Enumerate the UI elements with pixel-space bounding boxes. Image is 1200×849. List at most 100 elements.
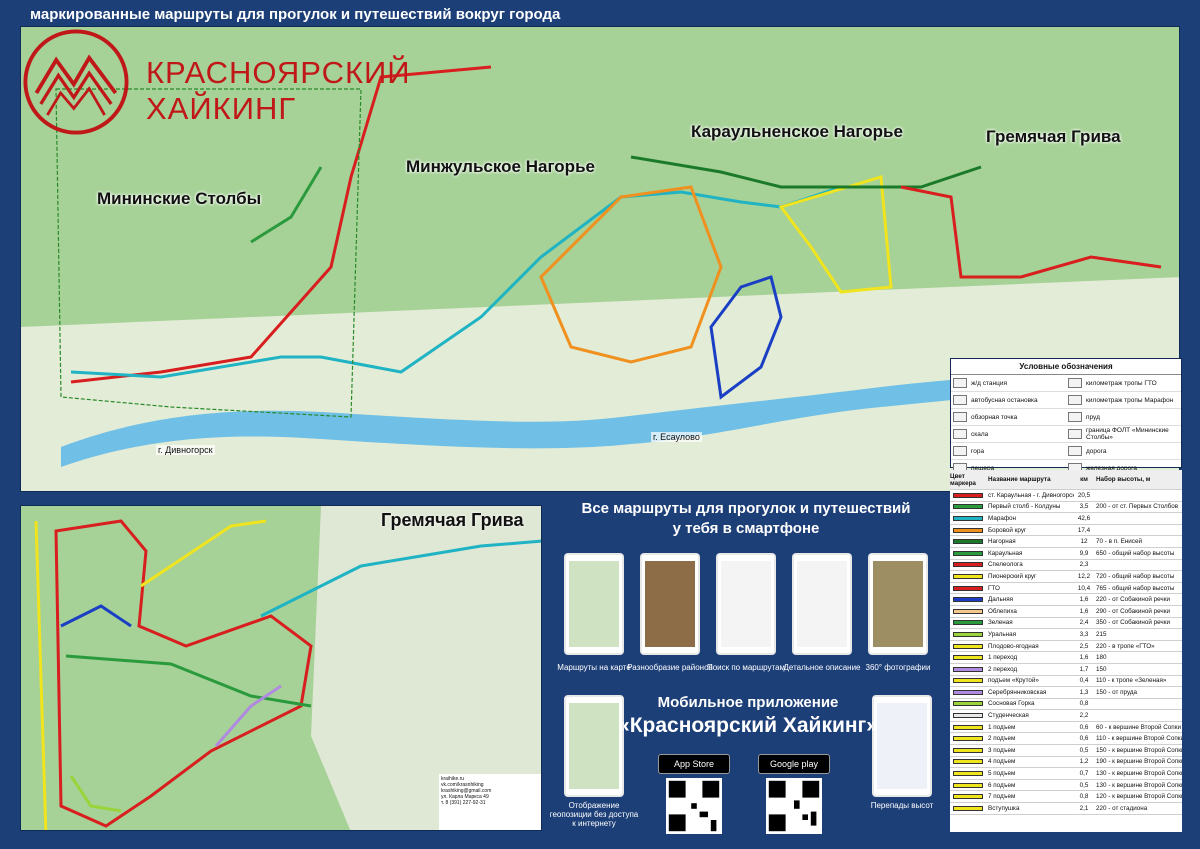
route-color-cell bbox=[950, 771, 986, 777]
table-row: 2 переход 1,7 150 bbox=[950, 664, 1182, 676]
route-elevation: 70 - в п. Енисей bbox=[1096, 538, 1142, 546]
route-name: 1 подъем bbox=[988, 723, 1016, 731]
route-color-swatch bbox=[953, 794, 983, 800]
legend-symbol-icon bbox=[1068, 412, 1082, 422]
route-km: 2,3 bbox=[1079, 561, 1089, 569]
table-row: Зеленая 2,4 350 - от Собакиной речки bbox=[950, 618, 1182, 630]
route-elevation: 60 - к вершине Второй Сопки bbox=[1096, 723, 1181, 731]
route-km: 12,2 bbox=[1077, 572, 1091, 580]
routes-table-body: ст. Караульная - г. Дивногорск 20,5 Первый… bbox=[950, 490, 1182, 815]
route-name: 3 подъем bbox=[988, 746, 1016, 754]
inset-map[interactable]: Гремячая Грива kraihike.ru vk.com/krasnhi… bbox=[20, 505, 542, 831]
route-color-swatch bbox=[953, 678, 983, 684]
legend-item: ж/д станция bbox=[951, 375, 1066, 392]
phone-screenshot-search bbox=[716, 553, 776, 655]
route-km: 0,8 bbox=[1079, 793, 1089, 801]
route-color-cell bbox=[950, 597, 986, 603]
legend-item-label: гора bbox=[971, 447, 985, 455]
region-gremyachaya-griva: Гремячая Грива bbox=[986, 127, 1121, 146]
route-elevation: 220 - от стадиона bbox=[1096, 804, 1148, 812]
table-row: Уральная 3,3 215 bbox=[950, 629, 1182, 641]
route-color-cell bbox=[950, 805, 986, 811]
appstore-button[interactable]: App Store bbox=[658, 754, 730, 774]
table-row: 6 подъем 0,5 130 - к вершине Второй Сопки bbox=[950, 780, 1182, 792]
route-color-swatch bbox=[953, 492, 983, 498]
feature-label-elevation: Перепады высот bbox=[870, 801, 934, 810]
route-km: 1,2 bbox=[1079, 758, 1089, 766]
route-elevation: 720 - общий набор высоты bbox=[1096, 572, 1175, 580]
legend-item: гора bbox=[951, 443, 1066, 460]
route-color-swatch bbox=[953, 562, 983, 568]
legend-item-label: граница ФОЛТ «Мининские Столбы» bbox=[1086, 427, 1169, 441]
route-name: 1 переход bbox=[988, 654, 1018, 662]
route-color-cell bbox=[950, 782, 986, 788]
table-row: Сосновая Горка 0,8 bbox=[950, 699, 1182, 711]
header-name: Название маршрута bbox=[988, 476, 1051, 483]
city-divnogorsk: г. Дивногорск bbox=[156, 445, 215, 455]
routes-table-header: Цвет маркера Название маршрута км Набор … bbox=[950, 470, 1182, 490]
route-color-swatch bbox=[953, 771, 983, 777]
legend-item-label: обзорная точка bbox=[971, 413, 1018, 421]
route-km: 12 bbox=[1080, 538, 1088, 546]
route-km: 42,6 bbox=[1077, 514, 1091, 522]
table-row: 7 подъем 0,8 120 - к вершине Второй Сопки bbox=[950, 791, 1182, 804]
route-elevation: 120 - к вершине Второй Сопки bbox=[1096, 793, 1182, 801]
route-color-swatch bbox=[953, 550, 983, 556]
route-color-cell bbox=[950, 666, 986, 672]
route-km: 9,9 bbox=[1079, 549, 1089, 557]
route-name: Боровой круг bbox=[988, 526, 1027, 534]
table-row: Караульная 9,9 650 - общий набор высоты bbox=[950, 548, 1182, 560]
legend-item: обзорная точка bbox=[951, 409, 1066, 426]
googleplay-button[interactable]: Google play bbox=[758, 754, 830, 774]
route-color-cell bbox=[950, 573, 986, 579]
legend-item: граница ФОЛТ «Мининские Столбы» bbox=[1066, 426, 1181, 443]
legend-symbol-icon bbox=[1068, 378, 1082, 388]
route-elevation: 130 - к вершине Второй Сопки bbox=[1096, 770, 1182, 778]
route-color-swatch bbox=[953, 805, 983, 811]
legend-symbol-icon bbox=[953, 429, 967, 439]
route-color-swatch bbox=[953, 631, 983, 637]
header-color: Цвет маркера bbox=[950, 472, 976, 487]
route-color-swatch bbox=[953, 736, 983, 742]
table-row: ГТО 10,4 765 - общий набор высоты bbox=[950, 583, 1182, 595]
appstore-qr-code[interactable] bbox=[666, 778, 722, 834]
route-color-cell bbox=[950, 562, 986, 568]
brand-line-1: КРАСНОЯРСКИЙ bbox=[146, 55, 411, 90]
route-name: Дальняя bbox=[988, 596, 1014, 604]
table-row: Серебрянниковская 1,3 150 - от пруда bbox=[950, 687, 1182, 699]
legend-symbol-icon bbox=[953, 378, 967, 388]
route-color-cell bbox=[950, 620, 986, 626]
route-color-cell bbox=[950, 736, 986, 742]
route-elevation: 220 - от Собакиной речки bbox=[1096, 596, 1170, 604]
route-color-cell bbox=[950, 794, 986, 800]
route-color-cell bbox=[950, 504, 986, 510]
route-name: 2 переход bbox=[988, 665, 1018, 673]
route-color-swatch bbox=[953, 724, 983, 730]
legend-item: автобусная остановка bbox=[951, 392, 1066, 409]
legend-symbol-icon bbox=[1068, 429, 1082, 439]
brand-line-2: ХАЙКИНГ bbox=[146, 91, 297, 126]
legend-item-label: скала bbox=[971, 430, 989, 438]
route-color-cell bbox=[950, 515, 986, 521]
googleplay-qr-code[interactable] bbox=[766, 778, 822, 834]
route-color-swatch bbox=[953, 585, 983, 591]
krasnoyarsk-hiking-logo bbox=[23, 29, 129, 135]
route-km: 2,5 bbox=[1079, 642, 1089, 650]
table-row: Пионерский круг 12,2 720 - общий набор выс… bbox=[950, 571, 1182, 583]
map-legend: Условные обозначения ж/д станция километр… bbox=[950, 358, 1182, 477]
promo-title: Все маршруты для прогулок и путешествий … bbox=[548, 499, 944, 539]
route-name: 5 подъем bbox=[988, 770, 1016, 778]
route-name: Первый столб - Колдуны bbox=[988, 503, 1061, 511]
legend-item: пруд bbox=[1066, 409, 1181, 426]
route-color-swatch bbox=[953, 666, 983, 672]
route-name: Караульная bbox=[988, 549, 1023, 557]
legend-item: дорога bbox=[1066, 443, 1181, 460]
route-km: 10,4 bbox=[1077, 584, 1091, 592]
route-elevation: 130 - к вершине Второй Сопки bbox=[1096, 781, 1182, 789]
legend-item-label: дорога bbox=[1086, 447, 1107, 455]
promo-title-line-1: Все маршруты для прогулок и путешествий bbox=[581, 500, 911, 517]
table-row: 1 подъем 0,6 60 - к вершине Второй Сопки bbox=[950, 722, 1182, 734]
legend-item-label: автобусная остановка bbox=[971, 396, 1038, 404]
table-row: 3 подъем 0,5 150 - к вершине Второй Сопки bbox=[950, 745, 1182, 757]
route-color-cell bbox=[950, 550, 986, 556]
